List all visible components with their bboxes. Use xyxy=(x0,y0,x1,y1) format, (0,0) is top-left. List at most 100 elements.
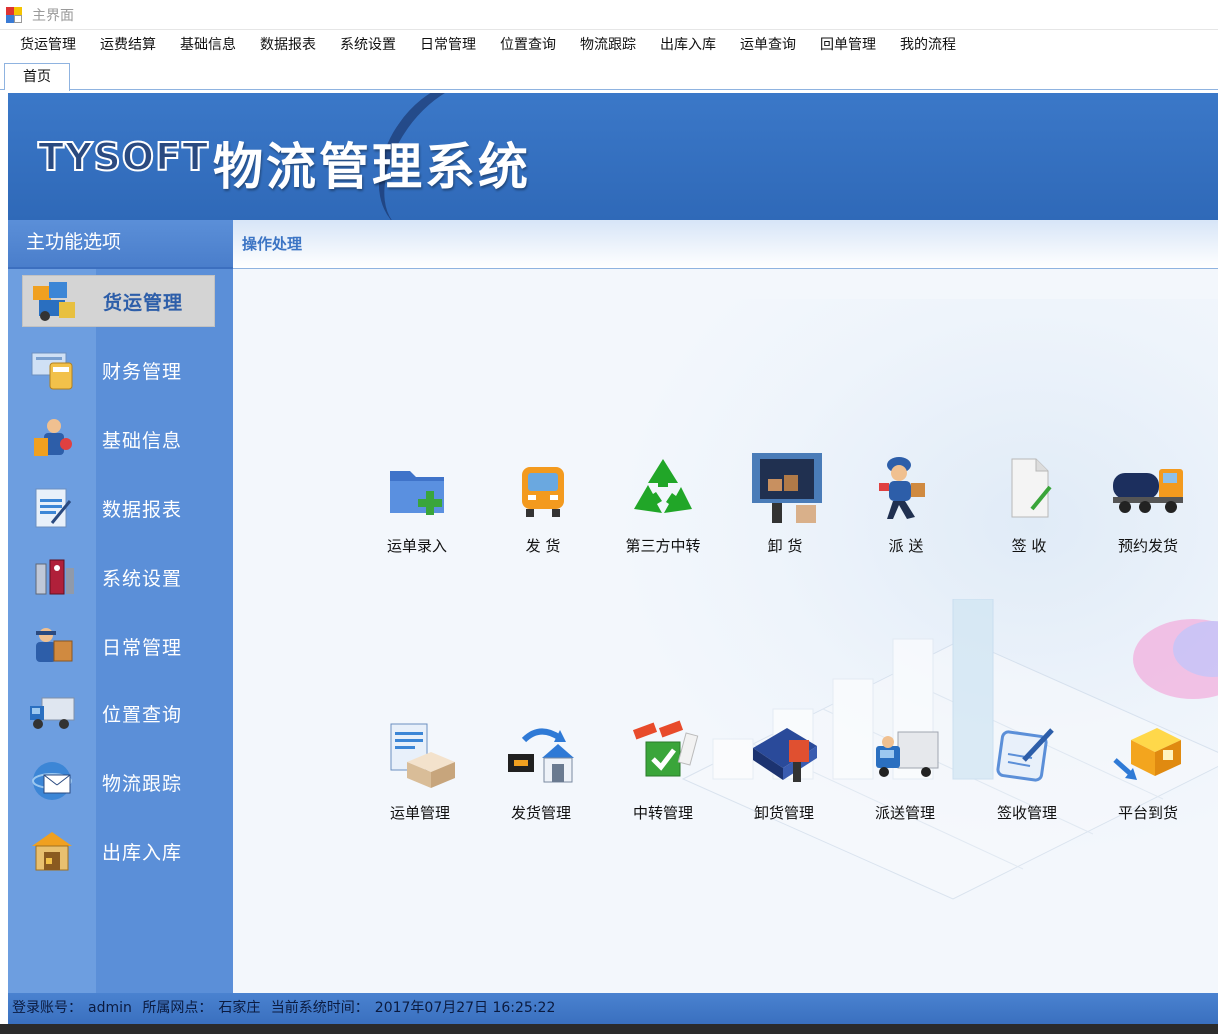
banner-title: 物流管理系统 xyxy=(213,138,531,196)
tile-waybill-entry[interactable]: 运单录入 xyxy=(362,453,472,556)
tile-label: 运单管理 xyxy=(389,804,450,822)
tile-label: 签收管理 xyxy=(996,804,1057,822)
tile-deliver[interactable]: 派 送 xyxy=(851,453,961,556)
menu-my-flow[interactable]: 我的流程 xyxy=(888,30,968,60)
tile-label: 第三方中转 xyxy=(625,537,701,555)
tile-label: 派送管理 xyxy=(874,804,935,822)
truck-front-icon xyxy=(506,453,580,527)
account-value: admin xyxy=(88,1000,132,1016)
sidebar-item-finance[interactable]: 财务管理 xyxy=(22,344,215,396)
branch-value: 石家庄 xyxy=(218,1000,261,1016)
main-panel: 运单录入 发 货 第三方中转 卸 货 派 送 签 收 预约发货 运单管理 发货管… xyxy=(233,269,1218,993)
sidebar-item-label: 系统设置 xyxy=(102,567,183,590)
frame-left-edge xyxy=(0,90,8,1024)
menu-tracking[interactable]: 物流跟踪 xyxy=(568,30,648,60)
app-icon xyxy=(6,6,22,23)
tab-strip: 首页 xyxy=(0,60,1218,91)
sidebar-item-label: 日常管理 xyxy=(102,636,183,659)
courier-icon xyxy=(869,453,943,527)
tracking-icon xyxy=(28,759,78,805)
window-titlebar: 主界面 xyxy=(0,0,1218,30)
tile-sign[interactable]: 签 收 xyxy=(974,453,1084,556)
time-value: 2017年07月27日 16:25:22 xyxy=(374,1000,556,1016)
sidebar-item-label: 物流跟踪 xyxy=(102,772,183,795)
menu-system-settings[interactable]: 系统设置 xyxy=(328,30,408,60)
menu-freight-settlement[interactable]: 运费结算 xyxy=(88,30,168,60)
window-bottom-edge xyxy=(0,1024,1218,1034)
sidebar-item-label: 基础信息 xyxy=(102,429,183,452)
sidebar-item-system-settings[interactable]: 系统设置 xyxy=(22,551,215,603)
menu-daily[interactable]: 日常管理 xyxy=(408,30,488,60)
delivery-truck-icon xyxy=(868,720,942,794)
sidebar-item-label: 数据报表 xyxy=(102,498,183,521)
tile-unload[interactable]: 卸 货 xyxy=(730,453,840,556)
tile-label: 签 收 xyxy=(1011,537,1047,555)
time-label: 当前系统时间： xyxy=(270,1000,369,1016)
sidebar-item-label: 货运管理 xyxy=(103,291,184,314)
tile-label: 发 货 xyxy=(525,537,561,555)
menu-reports[interactable]: 数据报表 xyxy=(248,30,328,60)
warehouse-icon xyxy=(28,828,78,874)
settings-icon xyxy=(28,554,78,600)
tile-label: 中转管理 xyxy=(632,804,693,822)
folder-add-icon xyxy=(380,453,454,527)
report-icon xyxy=(28,485,78,531)
tanker-truck-icon xyxy=(1111,453,1185,527)
unload-book-icon xyxy=(747,720,821,794)
tile-label: 卸货管理 xyxy=(753,804,814,822)
finance-icon xyxy=(28,347,78,393)
tile-sign-management[interactable]: 签收管理 xyxy=(972,720,1082,823)
tile-delivery-management[interactable]: 派送管理 xyxy=(850,720,960,823)
sidebar-header: 主功能选项 xyxy=(8,220,233,269)
tile-waybill-management[interactable]: 运单管理 xyxy=(365,720,475,823)
tile-transfer-management[interactable]: 中转管理 xyxy=(608,720,718,823)
recycle-icon xyxy=(626,453,700,527)
tile-third-party-transfer[interactable]: 第三方中转 xyxy=(608,453,718,556)
sidebar-item-label: 财务管理 xyxy=(102,360,183,383)
menu-warehouse[interactable]: 出库入库 xyxy=(648,30,728,60)
menu-freight[interactable]: 货运管理 xyxy=(8,30,88,60)
menu-basic-info[interactable]: 基础信息 xyxy=(168,30,248,60)
tile-label: 平台到货 xyxy=(1117,804,1178,822)
dispatch-house-icon xyxy=(504,720,578,794)
sidebar-item-daily[interactable]: 日常管理 xyxy=(22,620,215,672)
sidebar-item-reports[interactable]: 数据报表 xyxy=(22,482,215,534)
tile-label: 派 送 xyxy=(888,537,924,555)
tile-label: 发货管理 xyxy=(510,804,571,822)
menu-bar: 货运管理 运费结算 基础信息 数据报表 系统设置 日常管理 位置查询 物流跟踪 … xyxy=(0,30,1218,60)
sidebar-item-freight[interactable]: 货运管理 xyxy=(22,275,215,327)
menu-location[interactable]: 位置查询 xyxy=(488,30,568,60)
sidebar-item-basic-info[interactable]: 基础信息 xyxy=(22,413,215,465)
tile-platform-arrival[interactable]: 平台到货 xyxy=(1093,720,1203,823)
unload-icon xyxy=(748,453,822,527)
sidebar-item-label: 出库入库 xyxy=(102,841,183,864)
branch-label: 所属网点： xyxy=(142,1000,213,1016)
tile-label: 预约发货 xyxy=(1117,537,1178,555)
tile-ship[interactable]: 发 货 xyxy=(488,453,598,556)
sidebar-item-tracking[interactable]: 物流跟踪 xyxy=(22,756,215,808)
tile-shipping-management[interactable]: 发货管理 xyxy=(486,720,596,823)
window-title: 主界面 xyxy=(32,7,74,24)
sidebar-item-warehouse[interactable]: 出库入库 xyxy=(22,825,215,877)
location-truck-icon xyxy=(28,690,78,736)
sign-doc-icon xyxy=(992,453,1066,527)
menu-waybill-query[interactable]: 运单查询 xyxy=(728,30,808,60)
tile-unload-management[interactable]: 卸货管理 xyxy=(729,720,839,823)
main-header-label: 操作处理 xyxy=(242,235,303,253)
content-frame: TYSOFT 物流管理系统 主功能选项 操作处理 货运管理 财务管理 基础信息 xyxy=(8,93,1218,993)
sidebar-item-location[interactable]: 位置查询 xyxy=(22,687,215,739)
freight-icon xyxy=(29,278,79,324)
daily-icon xyxy=(28,623,78,669)
menu-receipts[interactable]: 回单管理 xyxy=(808,30,888,60)
tile-scheduled-shipping[interactable]: 预约发货 xyxy=(1093,453,1203,556)
waybill-box-icon xyxy=(383,720,457,794)
sidebar: 货运管理 财务管理 基础信息 数据报表 系统设置 日常管理 位置查询 物流跟踪 … xyxy=(8,269,233,993)
tab-home[interactable]: 首页 xyxy=(4,63,70,91)
basic-info-icon xyxy=(28,416,78,462)
banner: TYSOFT 物流管理系统 xyxy=(8,93,1218,220)
sign-pen-icon xyxy=(990,720,1064,794)
sidebar-item-label: 位置查询 xyxy=(102,703,183,726)
tile-label: 卸 货 xyxy=(767,537,803,555)
account-label: 登录账号： xyxy=(12,1000,82,1016)
main-header: 操作处理 xyxy=(233,220,1218,269)
